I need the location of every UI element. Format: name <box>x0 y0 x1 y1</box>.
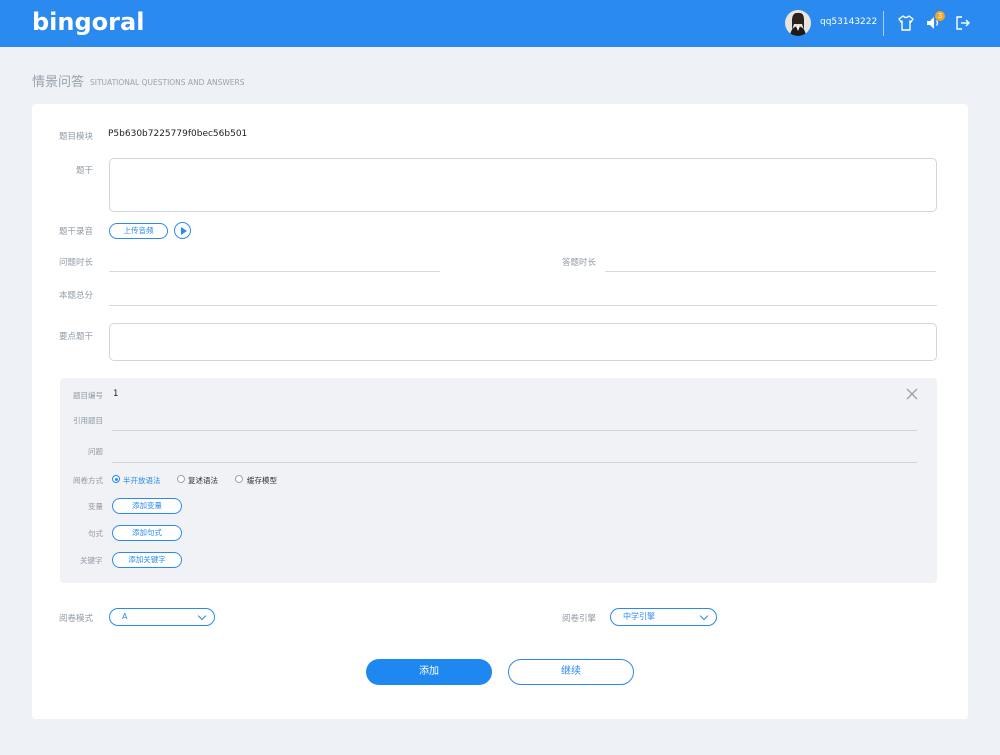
stem-label: 题干 <box>76 166 94 176</box>
question-label: 问题 <box>88 447 103 456</box>
shirt-icon[interactable] <box>897 14 915 32</box>
grading-engine-value: 中学引擎 <box>623 612 655 621</box>
radio-option-3[interactable] <box>235 475 243 483</box>
grading-mode-select[interactable]: A <box>109 608 215 626</box>
number-value: 1 <box>113 389 119 399</box>
variable-label: 变量 <box>88 502 103 511</box>
logo: bingoral <box>32 8 145 36</box>
page-subtitle: SITUATIONAL QUESTIONS AND ANSWERS <box>90 78 245 87</box>
key-stem-textarea[interactable] <box>109 323 937 361</box>
upload-audio-button[interactable]: 上传音频 <box>109 223 168 239</box>
module-value: P5b630b7225779f0bec56b501 <box>108 129 248 139</box>
total-score-input[interactable] <box>109 305 937 306</box>
key-stem-label: 要点题干 <box>59 332 94 342</box>
avatar[interactable] <box>785 10 811 36</box>
grading-engine-select[interactable]: 中学引擎 <box>610 608 717 626</box>
keyword-label: 关键字 <box>80 556 103 565</box>
reference-label: 引用题目 <box>73 416 103 425</box>
grading-method-label: 阅卷方式 <box>73 476 103 485</box>
radio-option-2-label[interactable]: 复述语法 <box>188 475 218 486</box>
logout-icon[interactable] <box>954 14 972 32</box>
radio-option-2[interactable] <box>177 475 185 483</box>
username[interactable]: qq53143222 <box>820 17 877 27</box>
continue-button[interactable]: 继续 <box>508 659 634 685</box>
grading-mode-value: A <box>122 612 128 621</box>
sentence-label: 句式 <box>88 529 103 538</box>
question-input[interactable] <box>112 462 917 463</box>
radio-option-1[interactable] <box>112 475 120 483</box>
close-icon[interactable] <box>905 386 919 400</box>
total-score-label: 本题总分 <box>59 291 94 301</box>
page-title: 情景问答 <box>32 75 85 90</box>
question-duration-input[interactable] <box>109 271 440 272</box>
subquestion-panel: 题目编号 1 引用题目 问题 阅卷方式 半开放语法 复述语法 缓存模型 变量 添… <box>60 378 937 583</box>
add-keyword-button[interactable]: 添加关键字 <box>112 552 182 568</box>
notification-badge: 3 <box>935 11 945 21</box>
stem-textarea[interactable] <box>109 158 937 212</box>
reference-input[interactable] <box>112 430 917 431</box>
number-label: 题目编号 <box>73 391 103 400</box>
answer-duration-label: 答题时长 <box>562 258 597 268</box>
chevron-down-icon <box>699 611 709 621</box>
form-card: 题目模块 P5b630b7225779f0bec56b501 题干 题干录音 上… <box>32 104 968 719</box>
radio-option-3-label[interactable]: 缓存模型 <box>247 475 277 486</box>
module-label: 题目模块 <box>59 132 94 142</box>
header-divider <box>883 11 884 36</box>
play-icon[interactable] <box>174 222 191 239</box>
stem-audio-label: 题干录音 <box>59 227 94 237</box>
grading-mode-label: 阅卷模式 <box>59 614 94 624</box>
answer-duration-input[interactable] <box>605 271 936 272</box>
add-sentence-button[interactable]: 添加句式 <box>112 525 182 541</box>
question-duration-label: 问题时长 <box>59 258 94 268</box>
add-button[interactable]: 添加 <box>366 659 492 685</box>
radio-option-1-label[interactable]: 半开放语法 <box>123 475 161 486</box>
grading-engine-label: 阅卷引擎 <box>562 614 597 624</box>
add-variable-button[interactable]: 添加变量 <box>112 498 182 514</box>
chevron-down-icon <box>197 611 207 621</box>
top-bar: bingoral qq53143222 3 <box>0 0 1000 47</box>
